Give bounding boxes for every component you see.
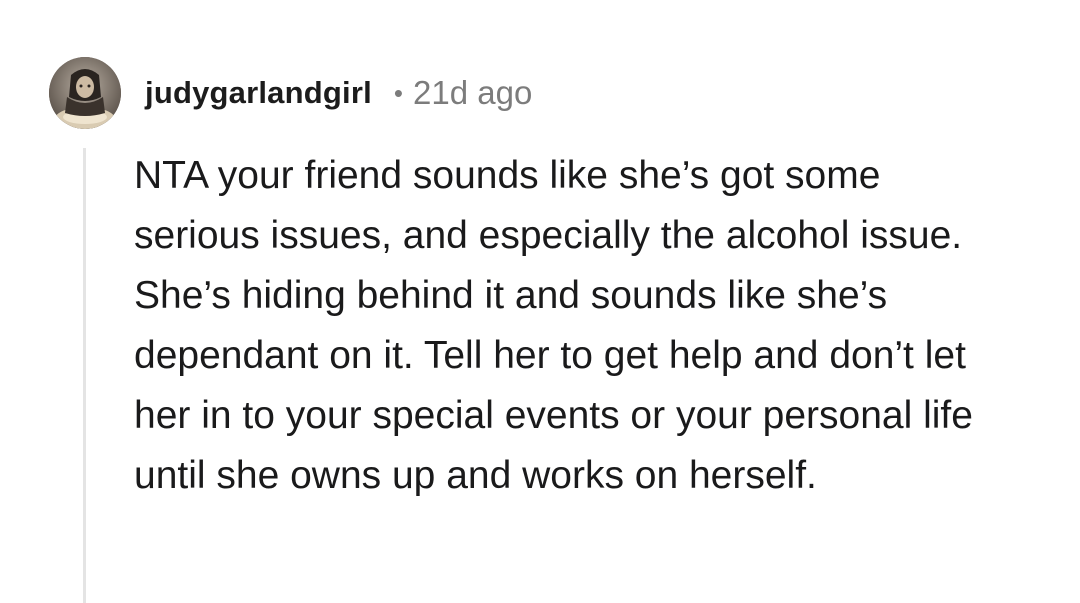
comment: judygarlandgirl • 21d ago NTA your frien… [0, 0, 1080, 603]
comment-body: NTA your friend sounds like she’s got so… [134, 154, 973, 497]
comment-timestamp: 21d ago [413, 74, 533, 111]
meta-separator: • [393, 78, 404, 108]
comment-author[interactable]: judygarlandgirl [145, 75, 372, 111]
comment-header: judygarlandgirl • 21d ago [49, 57, 532, 129]
thread-line[interactable] [83, 148, 86, 603]
user-avatar-icon [49, 57, 121, 129]
avatar[interactable] [49, 57, 121, 129]
